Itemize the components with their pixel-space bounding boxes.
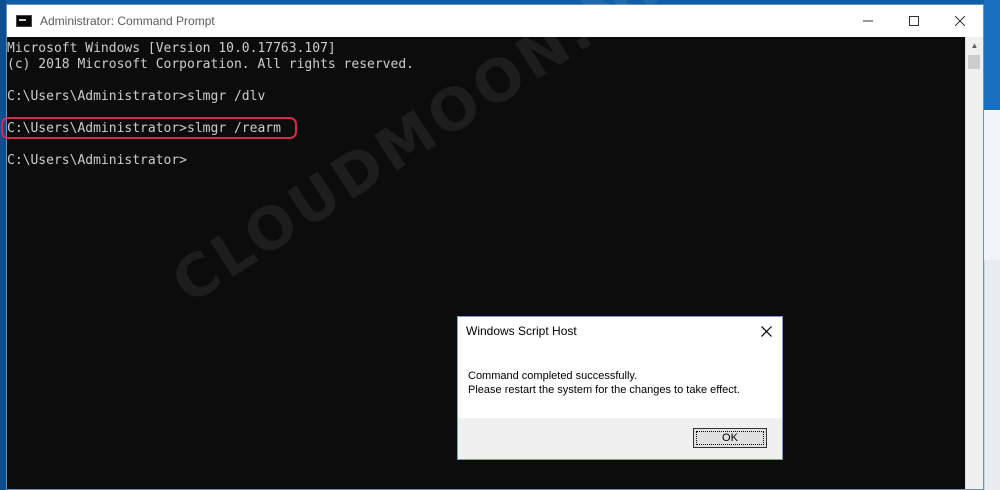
console-line: Microsoft Windows [Version 10.0.17763.10…: [7, 41, 336, 56]
dialog-message-line: Please restart the system for the change…: [468, 384, 740, 396]
dialog-close-button[interactable]: [756, 321, 776, 341]
command-prompt-icon: [16, 15, 32, 27]
close-icon: [955, 16, 965, 26]
console-prompt-line: C:\Users\Administrator>: [7, 153, 188, 168]
title-bar[interactable]: Administrator: Command Prompt: [7, 5, 983, 37]
background-window-edge-lower: [984, 260, 1000, 490]
console-line: C:\Users\Administrator>slmgr /dlv: [7, 89, 266, 104]
close-icon: [760, 325, 772, 337]
maximize-icon: [909, 16, 919, 26]
scroll-thumb[interactable]: [968, 55, 980, 69]
script-host-dialog[interactable]: Windows Script Host Command completed su…: [457, 316, 783, 460]
dialog-message: Command completed successfully. Please r…: [468, 369, 740, 397]
highlight-annotation: [1, 117, 297, 139]
vertical-scrollbar[interactable]: ▲: [965, 37, 983, 489]
dialog-title: Windows Script Host: [466, 324, 577, 338]
window-title: Administrator: Command Prompt: [40, 14, 215, 28]
background-window-edge: [984, 110, 1000, 260]
dialog-message-line: Command completed successfully.: [468, 370, 638, 382]
minimize-button[interactable]: [845, 5, 891, 37]
minimize-icon: [863, 20, 873, 22]
maximize-button[interactable]: [891, 5, 937, 37]
scroll-up-arrow-icon[interactable]: ▲: [966, 37, 983, 54]
console-line: (c) 2018 Microsoft Corporation. All righ…: [7, 57, 414, 72]
ok-button[interactable]: OK: [693, 428, 767, 448]
dialog-footer: OK: [458, 418, 782, 459]
close-button[interactable]: [937, 5, 983, 37]
